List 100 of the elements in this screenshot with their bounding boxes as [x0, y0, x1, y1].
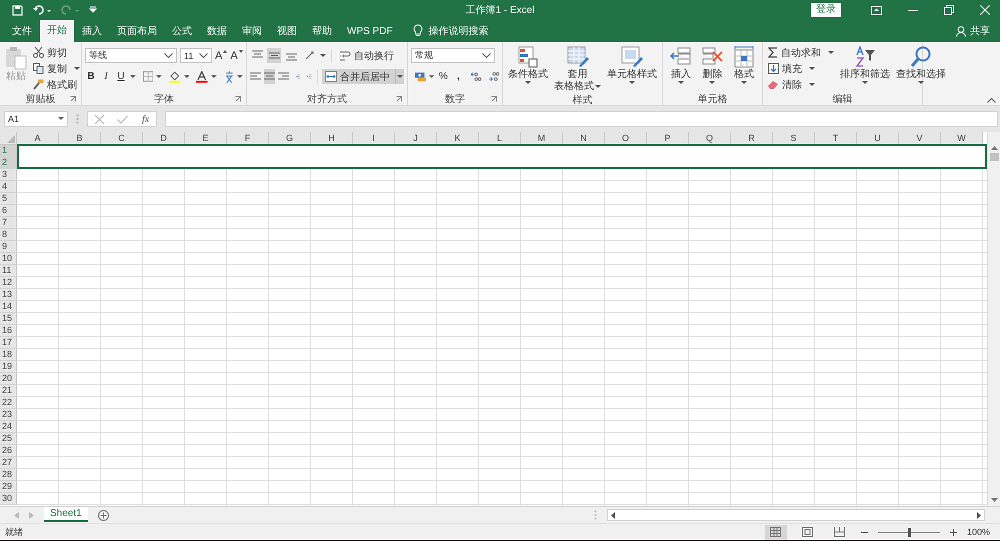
zoom-in-icon[interactable]	[950, 528, 957, 536]
row-header[interactable]: 22	[0, 397, 17, 409]
caret-icon[interactable]	[320, 54, 326, 58]
merge-cells-icon[interactable]	[324, 71, 337, 82]
underline-button[interactable]: U	[115, 69, 127, 84]
ribbon-tab[interactable]: 公式	[165, 22, 199, 42]
column-header[interactable]: U	[857, 132, 899, 145]
dialog-launcher-icon[interactable]	[491, 96, 497, 102]
row-header[interactable]: 19	[0, 361, 17, 373]
autosum-button[interactable]: 自动求和	[766, 45, 836, 60]
scissors-icon[interactable]	[33, 47, 44, 58]
horizontal-scrollbar[interactable]	[607, 509, 985, 521]
scroll-right-icon[interactable]	[977, 512, 981, 518]
name-box[interactable]: A1	[4, 111, 68, 127]
row-header[interactable]: 27	[0, 457, 17, 469]
format-as-table-button[interactable]: 套用 表格格式	[552, 45, 603, 93]
bold-button[interactable]: B	[85, 69, 97, 84]
caret-icon[interactable]	[429, 74, 434, 78]
grid-icon[interactable]	[770, 527, 782, 537]
delete-cells-button[interactable]: 删除	[699, 45, 726, 86]
column-header[interactable]: A	[17, 132, 59, 145]
caret-icon[interactable]	[629, 81, 635, 85]
row-header[interactable]: 24	[0, 421, 17, 433]
column-header[interactable]: O	[605, 132, 647, 145]
column-header[interactable]: W	[941, 132, 983, 145]
row-header[interactable]: 3	[0, 169, 17, 181]
font-size-dropdown[interactable]: 11	[180, 48, 212, 63]
row-header[interactable]: 21	[0, 385, 17, 397]
caret-icon[interactable]	[918, 81, 924, 85]
down-arrow-box-icon[interactable]	[768, 63, 779, 74]
column-header[interactable]: B	[59, 132, 101, 145]
caret-icon[interactable]	[741, 81, 748, 85]
number-format-dropdown[interactable]: 常规	[411, 48, 495, 63]
caret-icon[interactable]	[809, 66, 815, 70]
cell-styles-button[interactable]: 单元格样式	[605, 45, 659, 86]
row-header[interactable]: 5	[0, 193, 17, 205]
row-header[interactable]: 23	[0, 409, 17, 421]
caret-icon[interactable]	[58, 117, 64, 121]
row-header[interactable]: 26	[0, 445, 17, 457]
find-select-button[interactable]: 查找和选择	[894, 45, 948, 86]
ribbon-tab[interactable]: 视图	[270, 22, 304, 42]
scroll-up-icon[interactable]	[990, 146, 998, 150]
cell-grid[interactable]	[17, 145, 987, 506]
column-header[interactable]: N	[563, 132, 605, 145]
cell-brush-icon[interactable]	[621, 46, 643, 68]
row-header[interactable]: 14	[0, 301, 17, 313]
caret-icon[interactable]	[156, 74, 162, 78]
caret-up-icon[interactable]	[223, 50, 228, 53]
search-icon[interactable]	[910, 46, 932, 68]
row-header[interactable]: 17	[0, 337, 17, 349]
row-header[interactable]: 8	[0, 229, 17, 241]
column-header[interactable]: L	[479, 132, 521, 145]
sheet-tab[interactable]: Sheet1	[44, 507, 88, 522]
chevron-down-icon[interactable]	[199, 53, 208, 58]
ribbon-tab[interactable]: 开始	[40, 20, 74, 42]
decrease-decimal-icon[interactable]	[488, 71, 499, 82]
row-header[interactable]: 2	[0, 157, 17, 169]
row-header[interactable]: 4	[0, 181, 17, 193]
check-icon[interactable]	[117, 114, 128, 124]
format-cells-button[interactable]: 格式	[731, 45, 758, 86]
column-header[interactable]: F	[227, 132, 269, 145]
column-header[interactable]: J	[395, 132, 437, 145]
row-header[interactable]: 6	[0, 205, 17, 217]
row-header[interactable]: 16	[0, 325, 17, 337]
collapse-ribbon-icon[interactable]	[987, 98, 996, 103]
bar-sheet-icon[interactable]	[517, 46, 539, 68]
row-header[interactable]: 15	[0, 313, 17, 325]
grow-font-button[interactable]: A	[215, 48, 228, 63]
vertical-scrollbar[interactable]	[987, 132, 1000, 506]
undo-icon[interactable]	[33, 4, 51, 16]
font-name-dropdown[interactable]: 等线	[85, 48, 177, 63]
column-header[interactable]: K	[437, 132, 479, 145]
column-header[interactable]: M	[521, 132, 563, 145]
sigma-icon[interactable]	[768, 47, 778, 58]
column-header[interactable]: P	[647, 132, 689, 145]
dialog-launcher-icon[interactable]	[70, 96, 76, 102]
row-header[interactable]: 13	[0, 289, 17, 301]
column-header[interactable]: D	[143, 132, 185, 145]
format-cells-icon[interactable]	[733, 46, 756, 68]
wrap-text-icon[interactable]	[339, 50, 351, 61]
caret-icon[interactable]	[525, 81, 531, 85]
caret-icon[interactable]	[862, 81, 868, 85]
comma-style-button[interactable]: ,	[452, 69, 464, 84]
column-header[interactable]: V	[899, 132, 941, 145]
sort-filter-button[interactable]: 排序和筛选	[838, 45, 892, 86]
save-icon[interactable]	[12, 4, 23, 16]
formula-input[interactable]	[165, 111, 998, 127]
column-header[interactable]: I	[353, 132, 395, 145]
copy-icon[interactable]	[33, 63, 44, 74]
column-header[interactable]: E	[185, 132, 227, 145]
row-header[interactable]: 1	[0, 145, 17, 157]
ribbon-tab[interactable]: 插入	[75, 22, 109, 42]
row-header[interactable]: 7	[0, 217, 17, 229]
caret-icon[interactable]	[210, 74, 217, 78]
format-painter-button[interactable]: 格式刷	[31, 77, 82, 92]
shrink-font-button[interactable]: A	[230, 48, 243, 63]
insert-cells-button[interactable]: 插入	[668, 45, 694, 86]
caret-icon[interactable]	[828, 50, 834, 54]
caret-icon[interactable]	[74, 66, 80, 70]
caret-icon[interactable]	[238, 50, 243, 53]
